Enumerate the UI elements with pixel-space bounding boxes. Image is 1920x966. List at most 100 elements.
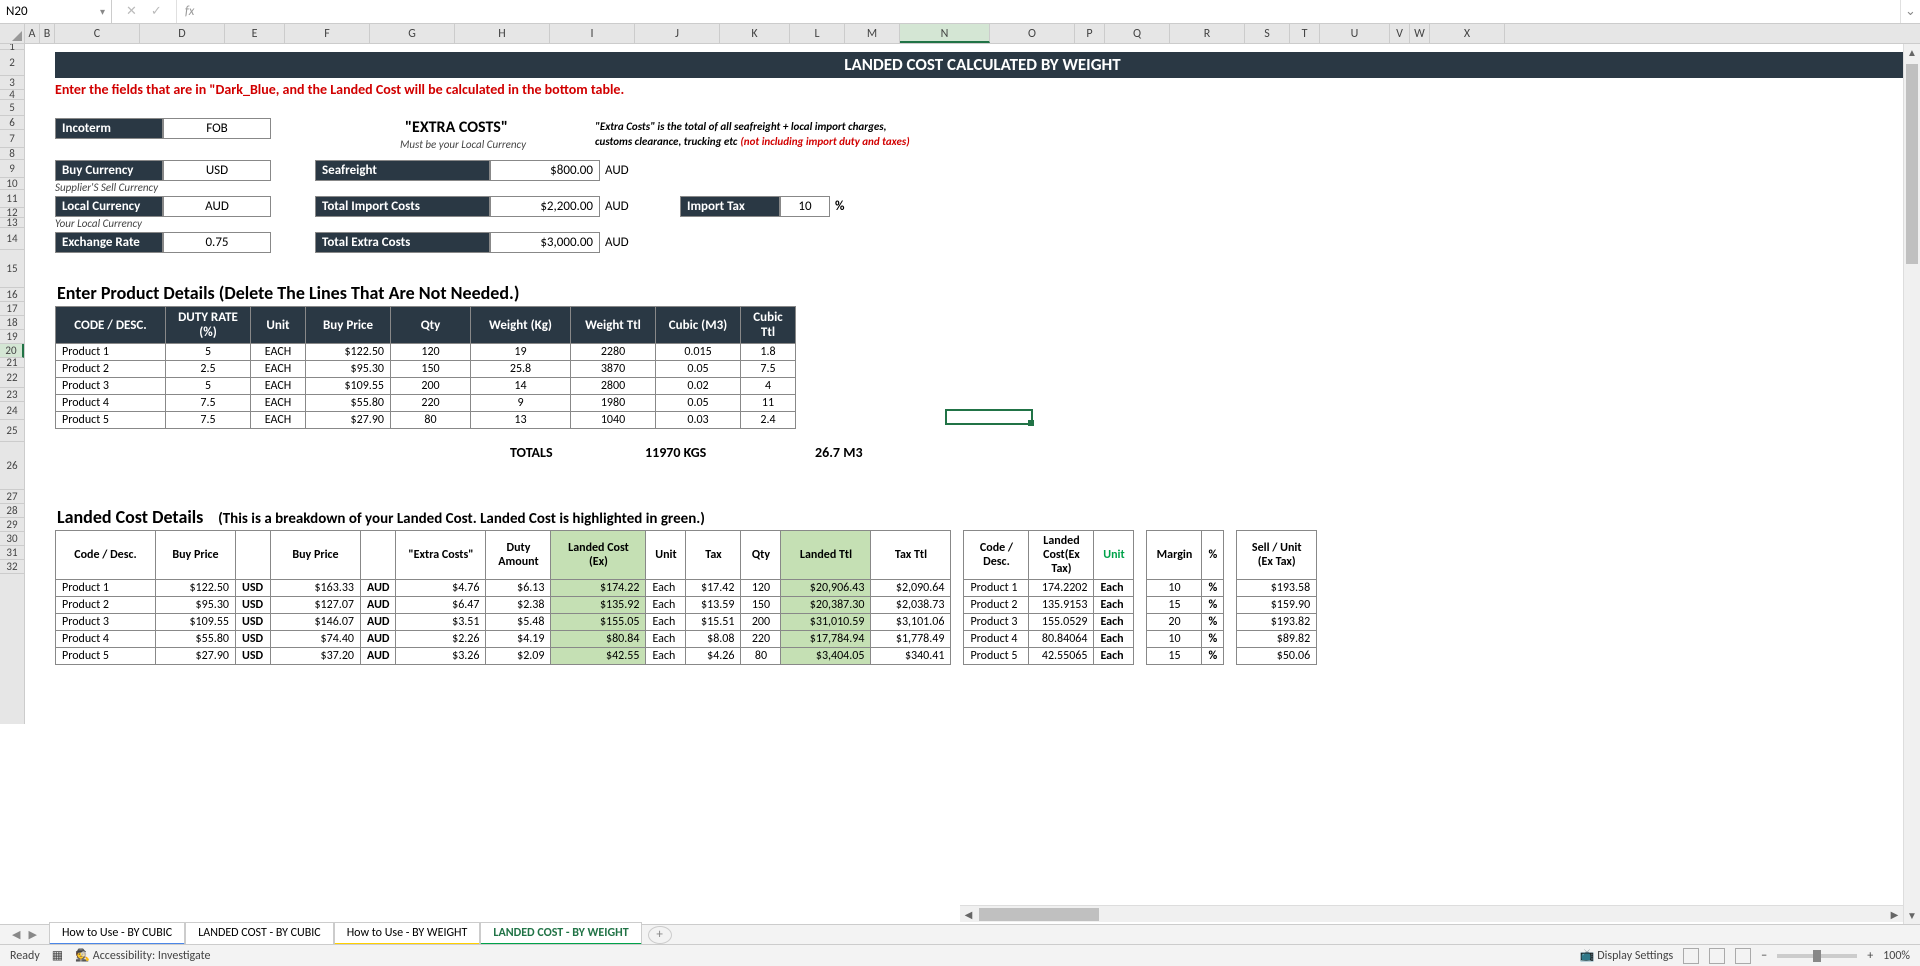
view-layout-icon[interactable]: [1709, 948, 1725, 964]
view-normal-icon[interactable]: [1683, 948, 1699, 964]
col-header-A[interactable]: A: [25, 24, 40, 43]
row-header-29[interactable]: 29: [0, 518, 24, 532]
row-header-24[interactable]: 24: [0, 402, 24, 420]
vertical-scrollbar[interactable]: ▲ ▼: [1903, 44, 1920, 924]
col-header-O[interactable]: O: [990, 24, 1075, 43]
tab-prev-icon[interactable]: ◀: [12, 928, 20, 941]
col-header-W[interactable]: W: [1410, 24, 1430, 43]
table-row[interactable]: Product 57.5EACH$27.90801310400.032.4: [56, 412, 796, 429]
fx-icon[interactable]: fx: [185, 4, 195, 19]
scroll-right-icon[interactable]: ▶: [1886, 908, 1903, 921]
col-header-P[interactable]: P: [1075, 24, 1105, 43]
row-header-30[interactable]: 30: [0, 532, 24, 546]
row-header-23[interactable]: 23: [0, 388, 24, 402]
import-tax-value[interactable]: 10: [780, 196, 830, 217]
row-header-32[interactable]: 32: [0, 560, 24, 574]
col-header-C[interactable]: C: [55, 24, 140, 43]
table-row[interactable]: Product 3$109.55USD $146.07AUD $3.51$5.4…: [56, 614, 1317, 631]
table-row[interactable]: Product 22.5EACH$95.3015025.838700.057.5: [56, 361, 796, 378]
col-header-E[interactable]: E: [225, 24, 285, 43]
view-break-icon[interactable]: [1735, 948, 1751, 964]
row-header-7[interactable]: 7: [0, 130, 24, 148]
row-header-2[interactable]: 2: [0, 50, 24, 76]
sheet-tab[interactable]: LANDED COST - BY WEIGHT: [480, 922, 641, 946]
sheet-content[interactable]: LANDED COST CALCULATED BY WEIGHT Enter t…: [25, 44, 1920, 724]
macro-icon[interactable]: ▦: [52, 948, 63, 963]
col-header-H[interactable]: H: [455, 24, 550, 43]
select-all-corner[interactable]: [0, 24, 25, 43]
exchange-rate-value[interactable]: 0.75: [163, 232, 271, 253]
accessibility-status[interactable]: 🕵 Accessibility: Investigate: [75, 948, 210, 963]
col-header-J[interactable]: J: [635, 24, 720, 43]
col-header-X[interactable]: X: [1430, 24, 1505, 43]
col-header-G[interactable]: G: [370, 24, 455, 43]
table-row[interactable]: Product 2$95.30USD $127.07AUD $6.47$2.38…: [56, 597, 1317, 614]
name-box[interactable]: N20 ▾: [0, 0, 112, 23]
buy-currency-value[interactable]: USD: [163, 160, 271, 181]
row-header-22[interactable]: 22: [0, 368, 24, 388]
display-settings[interactable]: 📺 Display Settings: [1580, 948, 1674, 963]
row-header-8[interactable]: 8: [0, 148, 24, 160]
table-row[interactable]: Product 35EACH$109.552001428000.024: [56, 378, 796, 395]
row-header-25[interactable]: 25: [0, 420, 24, 442]
col-header-M[interactable]: M: [845, 24, 900, 43]
col-header-S[interactable]: S: [1245, 24, 1290, 43]
row-header-28[interactable]: 28: [0, 504, 24, 518]
table-row[interactable]: Product 5$27.90USD $37.20AUD $3.26$2.09 …: [56, 648, 1317, 665]
row-header-19[interactable]: 19: [0, 330, 24, 344]
name-box-dropdown-icon[interactable]: ▾: [100, 5, 105, 18]
zoom-in-icon[interactable]: +: [1867, 949, 1873, 963]
seafreight-value[interactable]: $800.00: [490, 160, 600, 181]
sheet-tab[interactable]: How to Use - BY CUBIC: [49, 922, 185, 946]
horizontal-scroll-thumb[interactable]: [979, 908, 1099, 921]
row-header-21[interactable]: 21: [0, 358, 24, 368]
tab-next-icon[interactable]: ▶: [28, 928, 36, 941]
formula-expand-icon[interactable]: ⌄: [1900, 0, 1920, 23]
table-row[interactable]: Product 15EACH$122.501201922800.0151.8: [56, 344, 796, 361]
col-header-U[interactable]: U: [1320, 24, 1390, 43]
row-header-18[interactable]: 18: [0, 316, 24, 330]
col-header-B[interactable]: B: [40, 24, 55, 43]
row-header-6[interactable]: 6: [0, 116, 24, 130]
row-header-13[interactable]: 13: [0, 218, 24, 228]
formula-input[interactable]: [202, 0, 1900, 23]
horizontal-scrollbar[interactable]: ◀ ▶: [960, 905, 1903, 922]
total-import-value[interactable]: $2,200.00: [490, 196, 600, 217]
table-row[interactable]: Product 47.5EACH$55.80220919800.0511: [56, 395, 796, 412]
zoom-level[interactable]: 100%: [1883, 949, 1910, 963]
scroll-down-icon[interactable]: ▼: [1904, 907, 1920, 924]
fill-handle[interactable]: [1028, 420, 1034, 426]
table-row[interactable]: Product 4$55.80USD $74.40AUD $2.26$4.19 …: [56, 631, 1317, 648]
scroll-left-icon[interactable]: ◀: [960, 908, 977, 921]
col-header-I[interactable]: I: [550, 24, 635, 43]
col-header-N[interactable]: N: [900, 24, 990, 43]
row-header-31[interactable]: 31: [0, 546, 24, 560]
col-header-T[interactable]: T: [1290, 24, 1320, 43]
col-header-L[interactable]: L: [790, 24, 845, 43]
row-header-5[interactable]: 5: [0, 100, 24, 116]
col-header-Q[interactable]: Q: [1105, 24, 1170, 43]
vertical-scroll-thumb[interactable]: [1906, 64, 1918, 264]
sheet-tab[interactable]: LANDED COST - BY CUBIC: [185, 922, 334, 946]
row-header-27[interactable]: 27: [0, 490, 24, 504]
zoom-slider[interactable]: [1777, 954, 1857, 958]
col-header-D[interactable]: D: [140, 24, 225, 43]
row-header-17[interactable]: 17: [0, 302, 24, 316]
row-header-10[interactable]: 10: [0, 178, 24, 190]
row-header-9[interactable]: 9: [0, 160, 24, 178]
row-header-4[interactable]: 4: [0, 90, 24, 100]
table-row[interactable]: Product 1$122.50USD $163.33AUD $4.76$6.1…: [56, 580, 1317, 597]
zoom-out-icon[interactable]: −: [1761, 949, 1767, 963]
row-header-26[interactable]: 26: [0, 442, 24, 490]
sheet-tab[interactable]: How to Use - BY WEIGHT: [334, 922, 481, 946]
col-header-R[interactable]: R: [1170, 24, 1245, 43]
col-header-V[interactable]: V: [1390, 24, 1410, 43]
row-header-16[interactable]: 16: [0, 288, 24, 302]
add-sheet-button[interactable]: +: [648, 926, 672, 944]
col-header-F[interactable]: F: [285, 24, 370, 43]
row-header-14[interactable]: 14: [0, 228, 24, 250]
row-header-15[interactable]: 15: [0, 250, 24, 288]
col-header-K[interactable]: K: [720, 24, 790, 43]
incoterm-value[interactable]: FOB: [163, 118, 271, 139]
local-currency-value[interactable]: AUD: [163, 196, 271, 217]
